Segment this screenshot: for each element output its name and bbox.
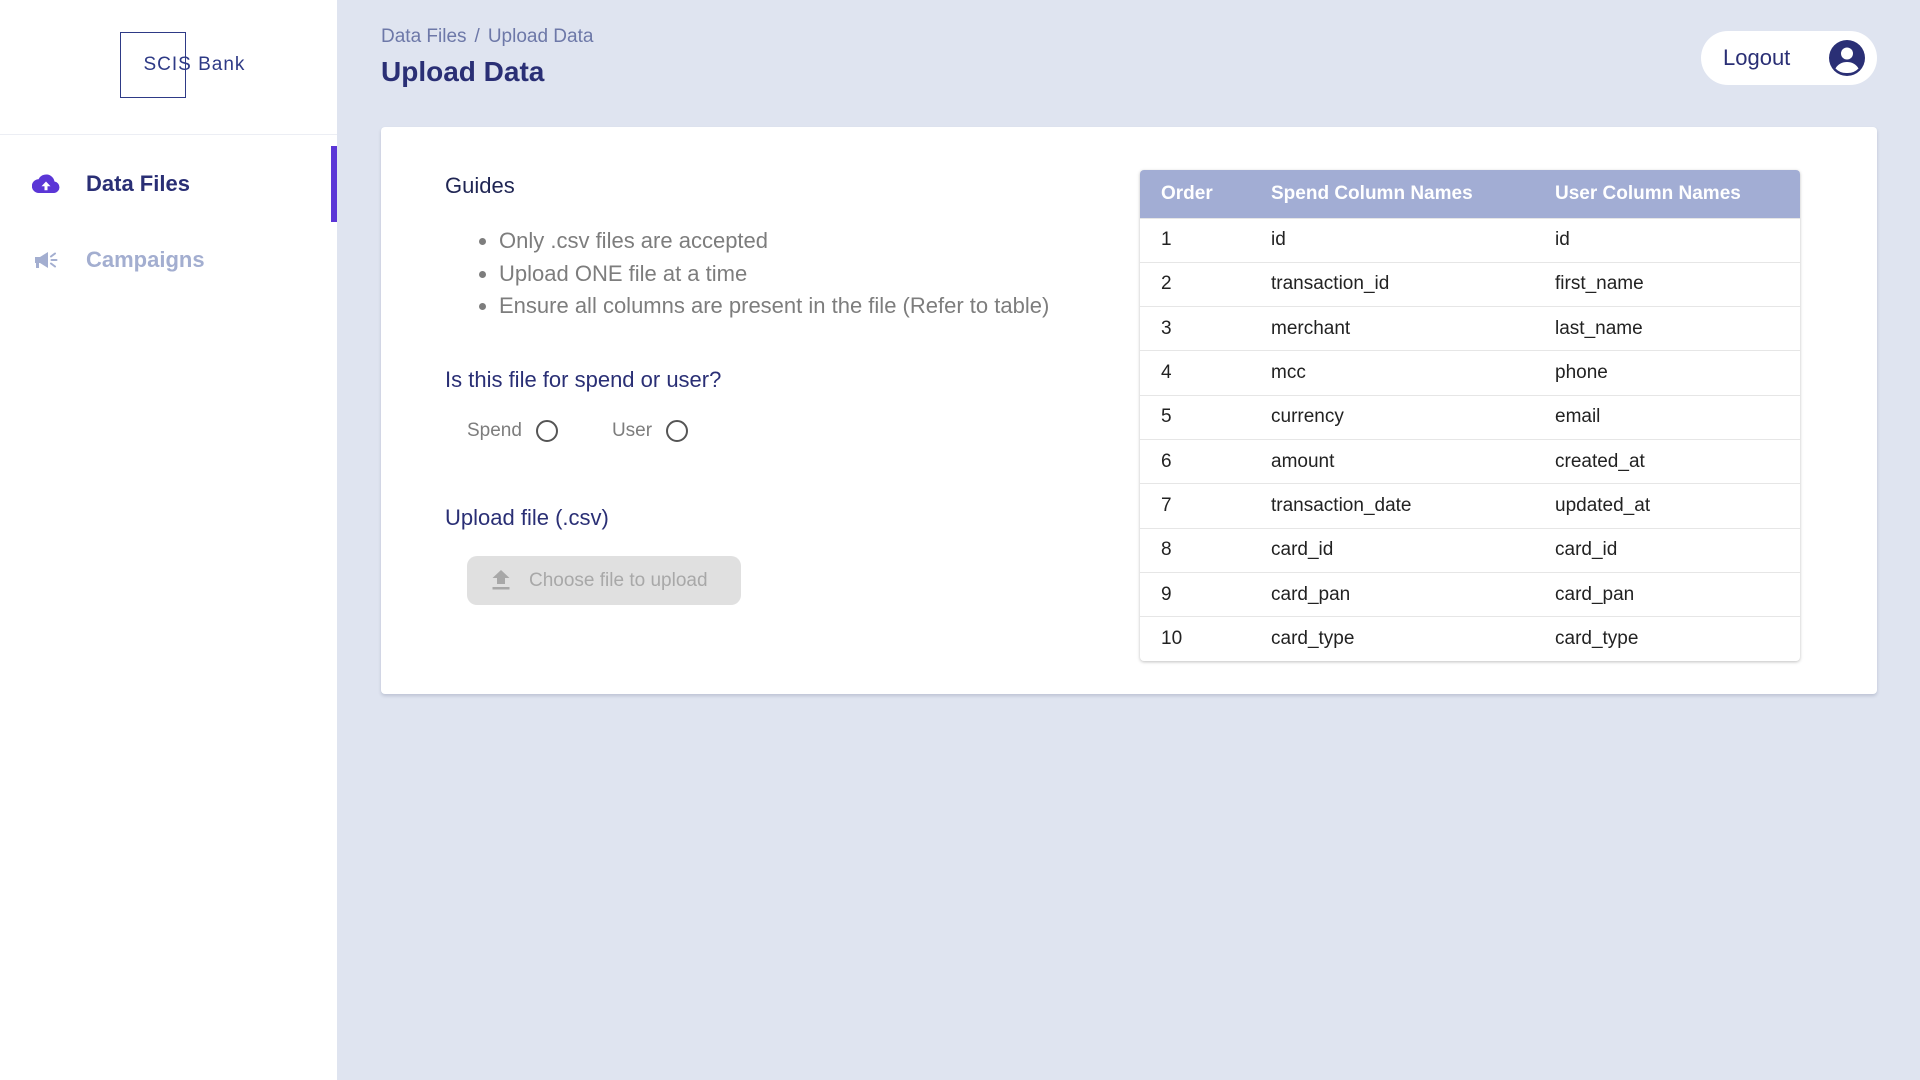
- sidebar-item-label: Data Files: [86, 171, 190, 196]
- cell-user: phone: [1555, 362, 1608, 384]
- cell-spend: card_type: [1271, 628, 1355, 650]
- breadcrumb-link-data-files[interactable]: Data Files: [381, 26, 467, 47]
- guides-list: Only .csv files are accepted Upload ONE …: [499, 225, 1049, 323]
- radio-label-spend: Spend: [467, 420, 522, 441]
- cell-order: 3: [1161, 317, 1172, 339]
- cell-user: card_id: [1555, 539, 1618, 561]
- cell-spend: transaction_id: [1271, 273, 1390, 295]
- bank-logo[interactable]: SCIS Bank: [104, 32, 244, 98]
- guides-title: Guides: [445, 173, 515, 198]
- logo-area: SCIS Bank: [0, 0, 337, 135]
- table-row: 4 mcc phone: [1140, 350, 1800, 395]
- upload-card: Guides Only .csv files are accepted Uplo…: [381, 127, 1877, 694]
- cell-order: 1: [1161, 229, 1172, 251]
- choose-file-label: Choose file to upload: [529, 569, 708, 591]
- table-row: 7 transaction_date updated_at: [1140, 483, 1800, 528]
- cell-order: 6: [1161, 450, 1172, 472]
- upload-icon: [491, 569, 511, 592]
- cell-user: id: [1555, 229, 1570, 251]
- breadcrumb-separator: /: [474, 26, 480, 47]
- cell-spend: card_pan: [1271, 583, 1351, 605]
- table-header-row: Order Spend Column Names User Column Nam…: [1140, 170, 1800, 218]
- guide-item: Upload ONE file at a time: [499, 258, 1049, 291]
- table-row: 1 id id: [1140, 218, 1800, 262]
- cell-spend: transaction_date: [1271, 494, 1412, 516]
- cell-spend: amount: [1271, 450, 1335, 472]
- cell-spend: id: [1271, 229, 1286, 251]
- cell-order: 2: [1161, 273, 1172, 295]
- file-type-radio-group: Spend User: [467, 420, 742, 442]
- cell-order: 7: [1161, 494, 1172, 516]
- account-circle-icon: [1829, 40, 1865, 76]
- cell-spend: mcc: [1271, 362, 1306, 384]
- sidebar-item-label: Campaigns: [86, 247, 205, 272]
- active-indicator: [331, 146, 337, 222]
- radio-label-user: User: [611, 420, 653, 441]
- cell-order: 8: [1161, 539, 1172, 561]
- table-row: 2 transaction_id first_name: [1140, 262, 1800, 306]
- cell-order: 4: [1161, 362, 1172, 384]
- header-spend-columns: Spend Column Names: [1271, 182, 1473, 204]
- table-row: 8 card_id card_id: [1140, 528, 1800, 572]
- radio-user[interactable]: [666, 420, 689, 442]
- cell-order: 9: [1161, 583, 1172, 605]
- sidebar-item-campaigns[interactable]: Campaigns: [0, 222, 337, 298]
- breadcrumb-current: Upload Data: [487, 26, 594, 47]
- cell-order: 5: [1161, 406, 1172, 428]
- cell-user: email: [1555, 406, 1601, 428]
- cell-spend: card_id: [1271, 539, 1334, 561]
- cell-user: card_pan: [1555, 583, 1635, 605]
- logout-label: Logout: [1723, 45, 1791, 70]
- sidebar: SCIS Bank Data Files Campaigns: [0, 0, 337, 1080]
- cell-spend: merchant: [1271, 317, 1351, 339]
- cell-user: created_at: [1555, 450, 1645, 472]
- cell-user: card_type: [1555, 628, 1639, 650]
- table-row: 5 currency email: [1140, 395, 1800, 439]
- table-row: 6 amount created_at: [1140, 439, 1800, 483]
- columns-table: Order Spend Column Names User Column Nam…: [1140, 170, 1800, 661]
- radio-option-user[interactable]: User: [611, 420, 689, 442]
- file-type-question: Is this file for spend or user?: [445, 367, 722, 392]
- cell-user: updated_at: [1555, 494, 1651, 516]
- megaphone-icon: [32, 246, 60, 274]
- table-row: 3 merchant last_name: [1140, 306, 1800, 351]
- cell-user: first_name: [1555, 273, 1644, 295]
- table-row: 10 card_type card_type: [1140, 616, 1800, 661]
- sidebar-item-data-files[interactable]: Data Files: [0, 146, 337, 222]
- upload-file-label: Upload file (.csv): [445, 505, 609, 530]
- radio-option-spend[interactable]: Spend: [467, 420, 558, 442]
- cell-spend: currency: [1271, 406, 1344, 428]
- page-title: Upload Data: [381, 56, 545, 87]
- choose-file-button[interactable]: Choose file to upload: [467, 556, 741, 605]
- cell-order: 10: [1161, 628, 1183, 650]
- cloud-upload-icon: [32, 170, 60, 198]
- radio-spend[interactable]: [535, 420, 558, 442]
- header-order: Order: [1161, 182, 1213, 204]
- header-user-columns: User Column Names: [1555, 182, 1741, 204]
- guide-item: Ensure all columns are present in the fi…: [499, 290, 1049, 323]
- guide-item: Only .csv files are accepted: [499, 225, 1049, 258]
- breadcrumb: Data Files / Upload Data: [381, 26, 593, 48]
- table-row: 9 card_pan card_pan: [1140, 572, 1800, 616]
- cell-user: last_name: [1555, 317, 1643, 339]
- brand-name: SCIS Bank: [143, 54, 246, 75]
- logout-button[interactable]: Logout: [1701, 31, 1877, 85]
